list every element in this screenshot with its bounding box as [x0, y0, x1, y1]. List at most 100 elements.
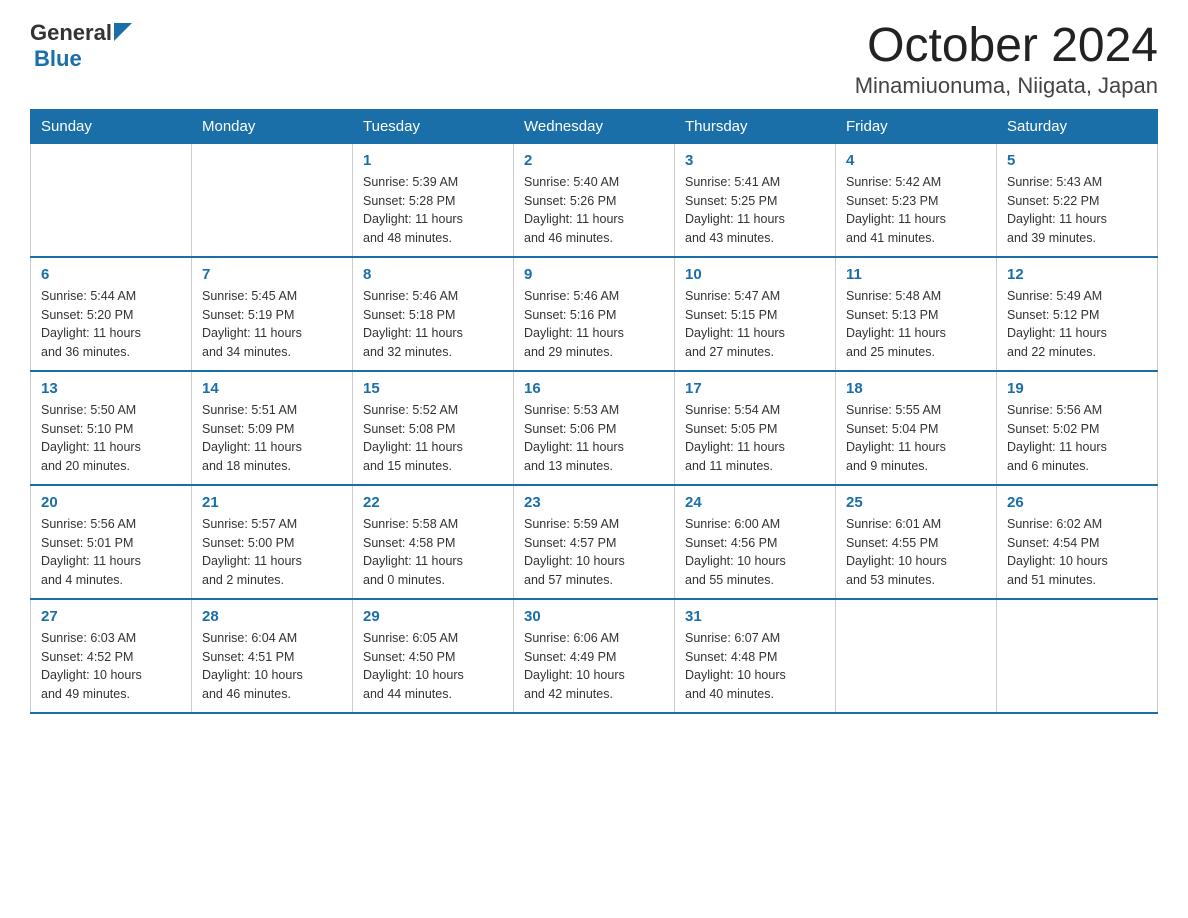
day-info: Sunrise: 6:05 AM Sunset: 4:50 PM Dayligh…	[363, 629, 503, 704]
calendar-body: 1Sunrise: 5:39 AM Sunset: 5:28 PM Daylig…	[31, 143, 1158, 713]
calendar-cell: 20 Sunrise: 5:56 AM Sunset: 5:01 PM Dayli…	[31, 485, 192, 599]
calendar-cell: 28 Sunrise: 6:04 AM Sunset: 4:51 PM Dayli…	[192, 599, 353, 713]
page-header: General Blue October 2024 Minamiuonuma, …	[30, 20, 1158, 99]
day-info: Sunrise: 5:39 AM Sunset: 5:28 PM Dayligh…	[363, 173, 503, 248]
calendar-cell: 22 Sunrise: 5:58 AM Sunset: 4:58 PM Dayli…	[353, 485, 514, 599]
calendar-cell: 2 Sunrise: 5:40 AM Sunset: 5:26 PM Daylig…	[514, 143, 675, 257]
calendar-cell	[836, 599, 997, 713]
calendar-cell: 17 Sunrise: 5:54 AM Sunset: 5:05 PM Dayli…	[675, 371, 836, 485]
calendar-cell: 29 Sunrise: 6:05 AM Sunset: 4:50 PM Dayli…	[353, 599, 514, 713]
calendar-header: SundayMondayTuesdayWednesdayThursdayFrid…	[31, 109, 1158, 143]
title-block: October 2024 Minamiuonuma, Niigata, Japa…	[855, 20, 1158, 99]
day-info: Sunrise: 5:45 AM Sunset: 5:19 PM Dayligh…	[202, 287, 342, 362]
day-number: 2	[524, 152, 664, 169]
calendar-week-row: 6 Sunrise: 5:44 AM Sunset: 5:20 PM Daylig…	[31, 257, 1158, 371]
day-info: Sunrise: 5:42 AM Sunset: 5:23 PM Dayligh…	[846, 173, 986, 248]
calendar-cell: 24Sunrise: 6:00 AM Sunset: 4:56 PM Dayli…	[675, 485, 836, 599]
day-number: 20	[41, 494, 181, 511]
calendar-cell: 8 Sunrise: 5:46 AM Sunset: 5:18 PM Daylig…	[353, 257, 514, 371]
day-number: 11	[846, 266, 986, 283]
day-info: Sunrise: 6:03 AM Sunset: 4:52 PM Dayligh…	[41, 629, 181, 704]
day-number: 27	[41, 608, 181, 625]
day-number: 29	[363, 608, 503, 625]
calendar-cell: 15 Sunrise: 5:52 AM Sunset: 5:08 PM Dayli…	[353, 371, 514, 485]
calendar-cell: 26 Sunrise: 6:02 AM Sunset: 4:54 PM Dayli…	[997, 485, 1158, 599]
calendar-week-row: 27 Sunrise: 6:03 AM Sunset: 4:52 PM Dayli…	[31, 599, 1158, 713]
day-info: Sunrise: 5:58 AM Sunset: 4:58 PM Dayligh…	[363, 515, 503, 590]
day-info: Sunrise: 5:50 AM Sunset: 5:10 PM Dayligh…	[41, 401, 181, 476]
day-number: 7	[202, 266, 342, 283]
day-info: Sunrise: 5:54 AM Sunset: 5:05 PM Dayligh…	[685, 401, 825, 476]
day-number: 17	[685, 380, 825, 397]
day-info: Sunrise: 5:46 AM Sunset: 5:16 PM Dayligh…	[524, 287, 664, 362]
day-number: 6	[41, 266, 181, 283]
day-number: 3	[685, 152, 825, 169]
day-number: 30	[524, 608, 664, 625]
day-number: 19	[1007, 380, 1147, 397]
calendar-location: Minamiuonuma, Niigata, Japan	[855, 73, 1158, 99]
day-info: Sunrise: 6:06 AM Sunset: 4:49 PM Dayligh…	[524, 629, 664, 704]
day-number: 18	[846, 380, 986, 397]
calendar-cell: 19Sunrise: 5:56 AM Sunset: 5:02 PM Dayli…	[997, 371, 1158, 485]
day-number: 21	[202, 494, 342, 511]
day-number: 28	[202, 608, 342, 625]
day-number: 25	[846, 494, 986, 511]
day-number: 5	[1007, 152, 1147, 169]
day-info: Sunrise: 5:52 AM Sunset: 5:08 PM Dayligh…	[363, 401, 503, 476]
day-info: Sunrise: 6:01 AM Sunset: 4:55 PM Dayligh…	[846, 515, 986, 590]
calendar-cell: 5 Sunrise: 5:43 AM Sunset: 5:22 PM Daylig…	[997, 143, 1158, 257]
calendar-cell: 3 Sunrise: 5:41 AM Sunset: 5:25 PM Daylig…	[675, 143, 836, 257]
calendar-cell: 10 Sunrise: 5:47 AM Sunset: 5:15 PM Dayli…	[675, 257, 836, 371]
day-info: Sunrise: 5:48 AM Sunset: 5:13 PM Dayligh…	[846, 287, 986, 362]
calendar-cell: 9 Sunrise: 5:46 AM Sunset: 5:16 PM Daylig…	[514, 257, 675, 371]
day-info: Sunrise: 5:46 AM Sunset: 5:18 PM Dayligh…	[363, 287, 503, 362]
day-number: 10	[685, 266, 825, 283]
calendar-cell: 11 Sunrise: 5:48 AM Sunset: 5:13 PM Dayli…	[836, 257, 997, 371]
day-number: 24	[685, 494, 825, 511]
day-number: 23	[524, 494, 664, 511]
day-number: 16	[524, 380, 664, 397]
day-number: 14	[202, 380, 342, 397]
calendar-cell: 14Sunrise: 5:51 AM Sunset: 5:09 PM Dayli…	[192, 371, 353, 485]
calendar-table: SundayMondayTuesdayWednesdayThursdayFrid…	[30, 109, 1158, 714]
day-number: 8	[363, 266, 503, 283]
calendar-week-row: 20 Sunrise: 5:56 AM Sunset: 5:01 PM Dayli…	[31, 485, 1158, 599]
day-info: Sunrise: 5:49 AM Sunset: 5:12 PM Dayligh…	[1007, 287, 1147, 362]
day-info: Sunrise: 5:44 AM Sunset: 5:20 PM Dayligh…	[41, 287, 181, 362]
day-number: 12	[1007, 266, 1147, 283]
calendar-cell: 21 Sunrise: 5:57 AM Sunset: 5:00 PM Dayli…	[192, 485, 353, 599]
calendar-cell: 4 Sunrise: 5:42 AM Sunset: 5:23 PM Daylig…	[836, 143, 997, 257]
day-info: Sunrise: 5:43 AM Sunset: 5:22 PM Dayligh…	[1007, 173, 1147, 248]
day-info: Sunrise: 5:40 AM Sunset: 5:26 PM Dayligh…	[524, 173, 664, 248]
calendar-cell	[31, 143, 192, 257]
day-info: Sunrise: 6:07 AM Sunset: 4:48 PM Dayligh…	[685, 629, 825, 704]
day-number: 31	[685, 608, 825, 625]
day-info: Sunrise: 5:57 AM Sunset: 5:00 PM Dayligh…	[202, 515, 342, 590]
calendar-cell: 7 Sunrise: 5:45 AM Sunset: 5:19 PM Daylig…	[192, 257, 353, 371]
day-info: Sunrise: 5:56 AM Sunset: 5:01 PM Dayligh…	[41, 515, 181, 590]
logo: General Blue	[30, 20, 132, 72]
calendar-cell	[192, 143, 353, 257]
day-info: Sunrise: 6:02 AM Sunset: 4:54 PM Dayligh…	[1007, 515, 1147, 590]
day-number: 9	[524, 266, 664, 283]
calendar-cell: 16 Sunrise: 5:53 AM Sunset: 5:06 PM Dayli…	[514, 371, 675, 485]
day-number: 26	[1007, 494, 1147, 511]
calendar-cell: 13 Sunrise: 5:50 AM Sunset: 5:10 PM Dayli…	[31, 371, 192, 485]
day-number: 22	[363, 494, 503, 511]
calendar-cell: 25 Sunrise: 6:01 AM Sunset: 4:55 PM Dayli…	[836, 485, 997, 599]
calendar-cell: 6 Sunrise: 5:44 AM Sunset: 5:20 PM Daylig…	[31, 257, 192, 371]
day-number: 4	[846, 152, 986, 169]
weekday-header-row: SundayMondayTuesdayWednesdayThursdayFrid…	[31, 109, 1158, 143]
calendar-cell: 23Sunrise: 5:59 AM Sunset: 4:57 PM Dayli…	[514, 485, 675, 599]
day-info: Sunrise: 5:41 AM Sunset: 5:25 PM Dayligh…	[685, 173, 825, 248]
weekday-header-friday: Friday	[836, 109, 997, 143]
day-info: Sunrise: 6:04 AM Sunset: 4:51 PM Dayligh…	[202, 629, 342, 704]
calendar-cell: 30 Sunrise: 6:06 AM Sunset: 4:49 PM Dayli…	[514, 599, 675, 713]
calendar-cell: 12 Sunrise: 5:49 AM Sunset: 5:12 PM Dayli…	[997, 257, 1158, 371]
weekday-header-thursday: Thursday	[675, 109, 836, 143]
calendar-cell	[997, 599, 1158, 713]
day-info: Sunrise: 5:47 AM Sunset: 5:15 PM Dayligh…	[685, 287, 825, 362]
day-number: 15	[363, 380, 503, 397]
day-info: Sunrise: 5:53 AM Sunset: 5:06 PM Dayligh…	[524, 401, 664, 476]
day-number: 13	[41, 380, 181, 397]
